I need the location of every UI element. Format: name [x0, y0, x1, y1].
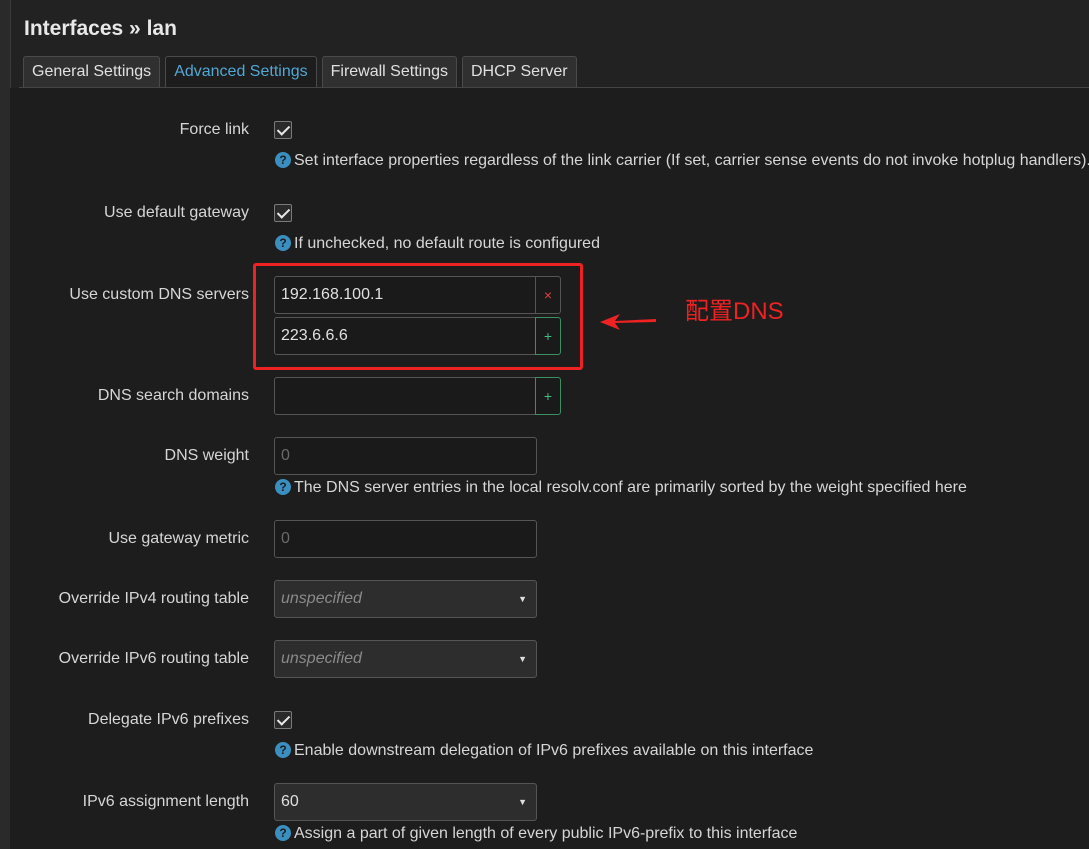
gateway-metric-label: Use gateway metric [108, 530, 250, 547]
check-icon [276, 122, 291, 136]
default-gateway-label: Use default gateway [104, 204, 249, 221]
default-gateway-help-text: If unchecked, no default route is config… [294, 235, 600, 252]
annotation-label: 配置DNS [685, 298, 784, 325]
ipv6-table-select[interactable]: unspecified ▼ [274, 640, 537, 678]
chevron-down-icon: ▼ [518, 797, 527, 807]
custom-dns-label: Use custom DNS servers [69, 286, 249, 303]
check-icon [276, 205, 291, 219]
page-title: Interfaces » lan [24, 17, 177, 40]
ipv6-assign-help: ? Assign a part of given length of every … [275, 825, 797, 843]
ipv6-assign-value: 60 [281, 793, 299, 810]
gateway-metric-input[interactable] [274, 520, 537, 558]
chevron-down-icon: ▼ [518, 654, 527, 664]
question-circle-icon: ? [275, 479, 291, 495]
tab-dhcp-server[interactable]: DHCP Server [461, 56, 577, 87]
force-link-label: Force link [179, 121, 249, 138]
form-content: Force link ? Set interface properties reg… [10, 88, 1089, 849]
question-circle-icon: ? [275, 825, 291, 841]
ipv4-table-value: unspecified [281, 590, 362, 607]
dns-search-label: DNS search domains [97, 387, 249, 404]
dns-weight-help: ? The DNS server entries in the local res… [275, 479, 967, 497]
force-link-checkbox[interactable] [274, 121, 292, 139]
tab-firewall-settings[interactable]: Firewall Settings [321, 56, 457, 87]
dns-server-input-1[interactable] [274, 276, 536, 314]
add-search-domain-button[interactable]: + [535, 377, 561, 415]
dns-weight-input[interactable] [274, 437, 537, 475]
dns-weight-label: DNS weight [164, 447, 249, 464]
tab-general-settings[interactable]: General Settings [23, 56, 161, 87]
question-circle-icon: ? [275, 235, 291, 251]
ipv6-table-value: unspecified [281, 650, 362, 667]
delegate-ipv6-checkbox[interactable] [274, 711, 292, 729]
chevron-down-icon: ▼ [518, 594, 527, 604]
remove-dns-button[interactable]: × [535, 276, 561, 314]
check-icon [276, 712, 291, 726]
ipv6-assign-select[interactable]: 60 ▼ [274, 783, 537, 821]
question-circle-icon: ? [275, 742, 291, 758]
ipv6-table-label: Override IPv6 routing table [58, 650, 249, 667]
dns-search-input[interactable] [274, 377, 536, 415]
ipv4-table-select[interactable]: unspecified ▼ [274, 580, 537, 618]
left-strip [0, 0, 10, 849]
delegate-ipv6-label: Delegate IPv6 prefixes [88, 711, 249, 728]
ipv4-table-label: Override IPv4 routing table [58, 590, 249, 607]
delegate-ipv6-help-text: Enable downstream delegation of IPv6 pre… [294, 742, 814, 759]
default-gateway-help: ? If unchecked, no default route is confi… [275, 235, 600, 253]
dns-weight-help-text: The DNS server entries in the local reso… [294, 479, 967, 496]
delegate-ipv6-help: ? Enable downstream delegation of IPv6 pr… [275, 742, 813, 760]
force-link-help-text: Set interface properties regardless of t… [294, 152, 1089, 169]
ipv6-assign-label: IPv6 assignment length [82, 793, 249, 810]
tab-advanced-settings[interactable]: Advanced Settings [165, 56, 317, 87]
dns-server-input-2[interactable] [274, 317, 536, 355]
default-gateway-checkbox[interactable] [274, 204, 292, 222]
tab-bar: General Settings Advanced Settings Firew… [23, 56, 577, 87]
question-circle-icon: ? [275, 152, 291, 168]
force-link-help: ? Set interface properties regardless of … [275, 152, 1089, 170]
ipv6-assign-help-text: Assign a part of given length of every p… [294, 825, 798, 842]
add-dns-button[interactable]: + [535, 317, 561, 355]
